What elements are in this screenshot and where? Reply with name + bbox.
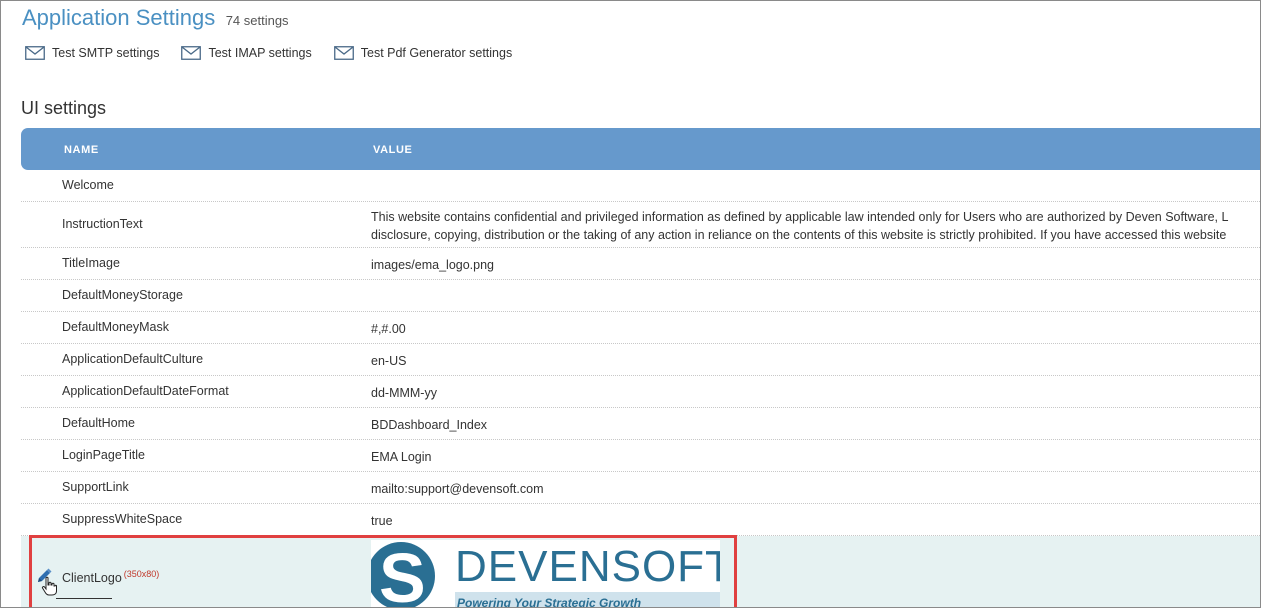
setting-value: This website contains confidential and p… (371, 208, 1228, 244)
table-row[interactable]: DefaultMoneyMask #,#.00 (21, 312, 1260, 344)
test-pdf-generator-label: Test Pdf Generator settings (360, 46, 513, 60)
test-smtp-link[interactable]: Test SMTP settings (25, 46, 159, 60)
setting-value: dd-MMM-yy (371, 386, 437, 400)
settings-table: NAME VALUE Welcome InstructionText This … (21, 128, 1260, 608)
envelope-icon (25, 46, 45, 60)
app-window: Application Settings 74 settings Test SM… (0, 0, 1261, 608)
divider (56, 598, 112, 599)
setting-value: #,#.00 (371, 322, 406, 336)
test-links: Test SMTP settings Test IMAP settings Te… (25, 46, 512, 60)
test-pdf-generator-link[interactable]: Test Pdf Generator settings (333, 46, 513, 60)
client-logo-image: S DEVENSOFT Powering Your Strategic Grow… (371, 540, 720, 608)
setting-value-line: disclosure, copying, distribution or the… (371, 228, 1227, 242)
test-imap-label: Test IMAP settings (208, 46, 312, 60)
table-header: NAME VALUE (21, 128, 1260, 170)
table-row[interactable]: TitleImage images/ema_logo.png (21, 248, 1260, 280)
page-header: Application Settings 74 settings (22, 5, 289, 31)
table-row[interactable]: LoginPageTitle EMA Login (21, 440, 1260, 472)
logo-wordmark: DEVENSOFT (455, 542, 720, 592)
table-row[interactable]: DefaultHome BDDashboard_Index (21, 408, 1260, 440)
setting-value: en-US (371, 354, 407, 368)
settings-count: 74 settings (225, 13, 289, 28)
setting-value-line: This website contains confidential and p… (371, 210, 1229, 224)
size-hint-badge: (350x80) (123, 569, 160, 579)
setting-name: ApplicationDefaultDateFormat (62, 384, 229, 398)
setting-name: SuppressWhiteSpace (62, 512, 183, 526)
setting-name: DefaultHome (62, 416, 135, 430)
setting-name: Welcome (62, 178, 114, 192)
table-row[interactable]: Welcome (21, 170, 1260, 202)
setting-name: SupportLink (62, 480, 129, 494)
envelope-icon (333, 46, 354, 60)
page-title: Application Settings (22, 5, 216, 30)
setting-value: BDDashboard_Index (371, 418, 488, 432)
setting-value: EMA Login (371, 450, 432, 464)
setting-name: DefaultMoneyMask (62, 320, 169, 334)
logo-tagline: Powering Your Strategic Growth (457, 596, 642, 608)
test-smtp-label: Test SMTP settings (52, 46, 160, 60)
hand-cursor-icon (41, 576, 57, 599)
setting-value: true (371, 514, 393, 528)
envelope-icon (181, 46, 202, 60)
logo-word-a: DEVEN (455, 542, 612, 591)
setting-name: ClientLogo (350x80) (62, 569, 159, 585)
logo-letter: S (379, 540, 426, 608)
setting-name: InstructionText (62, 217, 143, 231)
column-header-name[interactable]: NAME (64, 144, 99, 156)
table-row[interactable]: ApplicationDefaultCulture en-US (21, 344, 1260, 376)
test-imap-link[interactable]: Test IMAP settings (181, 46, 312, 60)
setting-name: ApplicationDefaultCulture (62, 352, 204, 366)
setting-name: LoginPageTitle (62, 448, 145, 462)
section-title: UI settings (21, 98, 107, 118)
logo-word-b: SOFT (611, 542, 720, 591)
table-row[interactable]: SuppressWhiteSpace true (21, 504, 1260, 536)
table-row[interactable]: ApplicationDefaultDateFormat dd-MMM-yy (21, 376, 1260, 408)
setting-name: TitleImage (62, 256, 120, 270)
table-row[interactable]: DefaultMoneyStorage (21, 280, 1260, 312)
column-header-value[interactable]: VALUE (373, 144, 412, 156)
setting-name: DefaultMoneyStorage (62, 288, 183, 302)
setting-name-text: ClientLogo (62, 571, 122, 586)
setting-value: images/ema_logo.png (371, 258, 494, 272)
table-row[interactable]: InstructionText This website contains co… (21, 202, 1260, 248)
table-row-client-logo[interactable]: ClientLogo(350x80) S DEVENSOFT Powering … (21, 536, 1260, 608)
table-row[interactable]: SupportLink mailto:support@devensoft.com (21, 472, 1260, 504)
logo-mark: S (371, 540, 435, 608)
setting-value: mailto:support@devensoft.com (371, 482, 544, 496)
